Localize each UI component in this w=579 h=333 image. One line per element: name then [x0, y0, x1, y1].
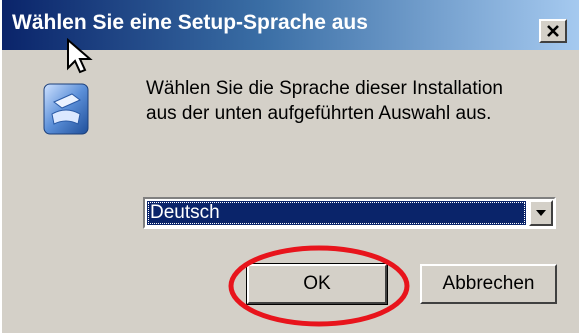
- setup-language-dialog: Wählen Sie eine Setup-Sprache aus Wählen…: [0, 0, 579, 333]
- mouse-cursor-icon: [67, 38, 93, 74]
- close-icon: [547, 25, 559, 37]
- ok-button[interactable]: OK: [246, 263, 388, 305]
- instruction-line-1: Wählen Sie die Sprache dieser Installati…: [146, 78, 503, 99]
- language-select-value[interactable]: Deutsch: [147, 201, 526, 225]
- instruction-line-2: aus der unten aufgeführten Auswahl aus.: [146, 103, 492, 124]
- language-dropdown-button[interactable]: [529, 200, 553, 226]
- language-select[interactable]: Deutsch: [143, 197, 556, 229]
- dialog-title: Wählen Sie eine Setup-Sprache aus: [12, 11, 368, 34]
- instruction-text: Wählen Sie die Sprache dieser Installati…: [146, 76, 566, 126]
- chevron-down-icon: [536, 210, 546, 216]
- setup-app-icon: [43, 83, 89, 135]
- close-button[interactable]: [539, 19, 567, 43]
- cancel-button[interactable]: Abbrechen: [420, 264, 557, 304]
